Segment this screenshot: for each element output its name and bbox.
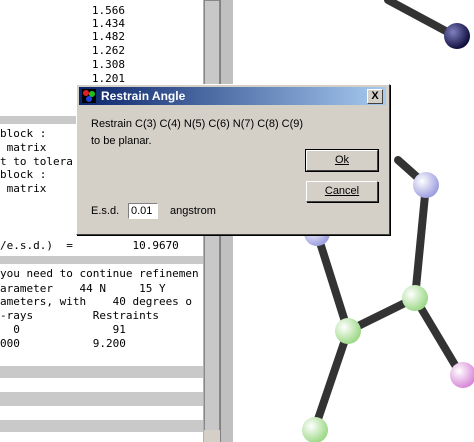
dialog-titlebar[interactable]: Restrain Angle X [79,87,386,105]
bond-value: 1.482 [91,30,125,43]
esd-label: E.s.d. [91,205,120,217]
scroll-down-arrow-icon[interactable] [204,430,220,442]
output-line: you need to continue refinemen [0,267,199,280]
separator-band [0,366,203,378]
bond-value: 1.566 [91,4,125,17]
cancel-button-label: Cancel [324,185,360,197]
separator-band [0,256,203,264]
output-line: 0 91 [0,323,126,336]
ok-button[interactable]: Ok [305,149,379,172]
c-atom [402,285,428,311]
separator-band [0,392,203,406]
output-line: 000 9.200 [0,337,126,350]
cancel-button[interactable]: Cancel [306,181,378,202]
output-line: matrix [0,182,47,195]
output-line: /e.s.d.) = 10.9670 [0,239,179,252]
unit-label: angstrom [170,205,216,217]
bond-value: 1.308 [91,58,125,71]
dialog-title: Restrain Angle [101,89,186,103]
output-line: block : [0,168,47,181]
ok-button-label: Ok [334,154,350,166]
output-line: matrix [0,141,47,154]
bond-value: 1.434 [91,17,125,30]
app-icon [82,89,96,103]
restrain-message-line2: to be planar. [91,135,152,147]
n-atom [413,172,439,198]
c-atom [302,417,328,442]
output-line: t to tolera [0,155,73,168]
output-line: arameter 44 N 15 Y [0,282,166,295]
restrain-message: Restrain C(3) C(4) N(5) C(6) N(7) C(8) C… [91,118,304,130]
output-line: -rays Restraints [0,309,159,322]
esd-input[interactable] [128,203,158,219]
dark-atom [444,23,470,49]
output-line: ameters, with 40 degrees o [0,295,193,308]
bond-value: 1.262 [91,44,125,57]
output-line: block : [0,127,47,140]
close-button[interactable]: X [367,89,383,104]
separator-band [0,420,203,432]
restrain-angle-dialog: Restrain Angle X Restrain C(3) C(4) N(5)… [76,84,390,235]
c-atom [335,318,361,344]
